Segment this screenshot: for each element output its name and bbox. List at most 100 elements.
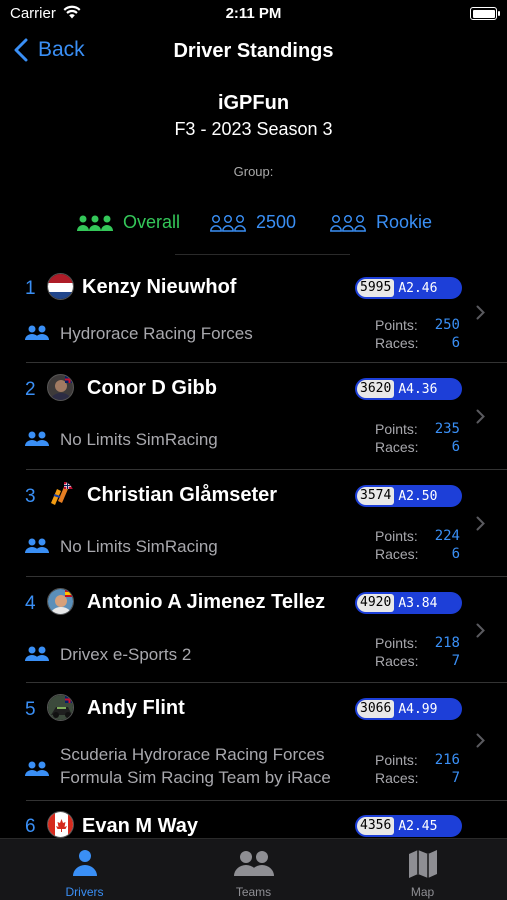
filter-label: Rookie <box>376 212 433 232</box>
irating: 3620 <box>357 380 395 398</box>
irating: 4356 <box>357 817 395 835</box>
chevron-right-icon <box>476 623 485 638</box>
filter-rookie[interactable]: Rookie <box>330 212 432 233</box>
standings-row[interactable]: 1 Kenzy Nieuwhof 5995 A2.46 Hydrorace Rac… <box>0 262 507 363</box>
status-bar: Carrier 2:11 PM <box>0 0 507 30</box>
driver-name: Conor D Gibb <box>87 377 217 399</box>
team-name: Hydrorace Racing Forces <box>60 324 253 343</box>
tab-drivers[interactable]: Drivers <box>0 839 169 900</box>
team-name: No Limits SimRacing <box>60 430 218 449</box>
irating: 3066 <box>357 700 395 718</box>
avatar <box>47 588 74 615</box>
standings-list[interactable]: 1 Kenzy Nieuwhof 5995 A2.46 Hydrorace Rac… <box>0 262 507 838</box>
filter-overall[interactable]: Overall <box>77 212 180 233</box>
group-outline-icon <box>210 214 246 232</box>
helmet-icon <box>47 481 74 508</box>
team-icon <box>25 761 49 776</box>
team-icon <box>25 538 49 553</box>
group-label: Group: <box>233 164 274 179</box>
irating: 3574 <box>357 487 395 505</box>
driver-name: Kenzy Nieuwhof <box>82 276 237 298</box>
standings-row[interactable]: 2 Conor D Gibb 3620 A4.36 No Limits SimRa… <box>0 363 507 470</box>
driver-name: Christian Glåmseter <box>87 484 278 506</box>
team-icon <box>25 325 49 340</box>
clock: 2:11 PM <box>225 5 282 22</box>
position: 5 <box>25 699 36 720</box>
safety-rating: A4.99 <box>398 701 438 717</box>
points-value: 218 <box>434 635 460 651</box>
races-label: Races: <box>375 770 419 786</box>
league-name: iGPFun <box>217 92 290 114</box>
chevron-right-icon <box>476 409 485 424</box>
standings-row[interactable]: 4 Antonio A Jimenez Tellez 4920 A3.84 Dri… <box>0 577 507 683</box>
group-filter: Overall 2500 Rookie <box>0 212 507 242</box>
avatar <box>47 811 74 838</box>
team-name-secondary: Formula Sim Racing Team by iRace <box>60 768 331 787</box>
license-badge: 3574 A2.50 <box>355 485 462 507</box>
race-car-photo-icon <box>48 695 73 720</box>
races-value: 6 <box>451 546 460 562</box>
page-title: Driver Standings <box>173 40 334 62</box>
team-name: Drivex e-Sports 2 <box>60 645 192 664</box>
tab-teams[interactable]: Teams <box>169 839 338 900</box>
canada-flag-icon <box>48 812 73 837</box>
points-label: Points: <box>375 528 418 544</box>
position: 1 <box>25 278 36 299</box>
two-persons-icon <box>233 851 274 876</box>
points-label: Points: <box>375 317 418 333</box>
standings-row[interactable]: 3 Christian Glåmseter 3574 A2.50 No Limit… <box>0 470 507 577</box>
netherlands-flag-icon <box>48 274 73 299</box>
standings-row[interactable]: 6 Evan M Way 4356 A2.45 <box>0 801 507 838</box>
map-icon <box>408 850 437 878</box>
races-value: 7 <box>451 770 460 786</box>
team-icon <box>25 431 49 446</box>
avatar <box>47 273 74 300</box>
season-name: F3 - 2023 Season 3 <box>174 119 333 139</box>
battery-icon <box>470 7 500 20</box>
safety-rating: A2.45 <box>398 818 438 834</box>
races-value: 6 <box>451 439 460 455</box>
driver-name: Antonio A Jimenez Tellez <box>87 591 326 613</box>
avatar <box>47 374 74 401</box>
points-label: Points: <box>375 752 418 768</box>
races-value: 6 <box>451 335 460 351</box>
filter-label: Overall <box>123 212 181 232</box>
races-label: Races: <box>375 653 419 669</box>
points-value: 235 <box>434 421 460 437</box>
group-icon <box>77 215 113 231</box>
position: 3 <box>25 486 36 507</box>
points-value: 250 <box>434 317 460 333</box>
irating: 5995 <box>357 279 395 297</box>
races-label: Races: <box>375 335 419 351</box>
tab-map[interactable]: Map <box>338 839 507 900</box>
position: 4 <box>25 593 36 614</box>
filter-label: 2500 <box>256 212 297 232</box>
points-value: 224 <box>434 528 460 544</box>
driver-name: Andy Flint <box>87 697 185 719</box>
driver-photo-icon <box>48 375 73 400</box>
chevron-right-icon <box>476 733 485 748</box>
avatar <box>47 694 74 721</box>
safety-rating: A3.84 <box>398 595 438 611</box>
avatar <box>47 481 74 508</box>
standings-row[interactable]: 5 Andy Flint 3066 A4.99 Scuderia Hydrorac… <box>0 683 507 801</box>
chevron-right-icon <box>476 516 485 531</box>
races-label: Races: <box>375 546 419 562</box>
license-badge: 3066 A4.99 <box>355 698 462 720</box>
team-name: No Limits SimRacing <box>60 537 218 556</box>
tab-bar: Drivers Teams Map <box>0 838 507 900</box>
tab-label: Map <box>410 885 435 899</box>
races-label: Races: <box>375 439 419 455</box>
points-label: Points: <box>375 635 418 651</box>
group-outline-icon <box>330 214 366 232</box>
points-value: 216 <box>434 752 460 768</box>
chevron-right-icon <box>476 305 485 320</box>
driver-photo-icon <box>48 589 73 614</box>
irating: 4920 <box>357 594 395 612</box>
license-badge: 5995 A2.46 <box>355 277 462 299</box>
team-name-primary: Scuderia Hydrorace Racing Forces <box>60 745 325 764</box>
filter-2500[interactable]: 2500 <box>210 212 296 233</box>
person-icon <box>72 850 97 876</box>
safety-rating: A2.50 <box>398 488 438 504</box>
safety-rating: A4.36 <box>398 381 438 397</box>
